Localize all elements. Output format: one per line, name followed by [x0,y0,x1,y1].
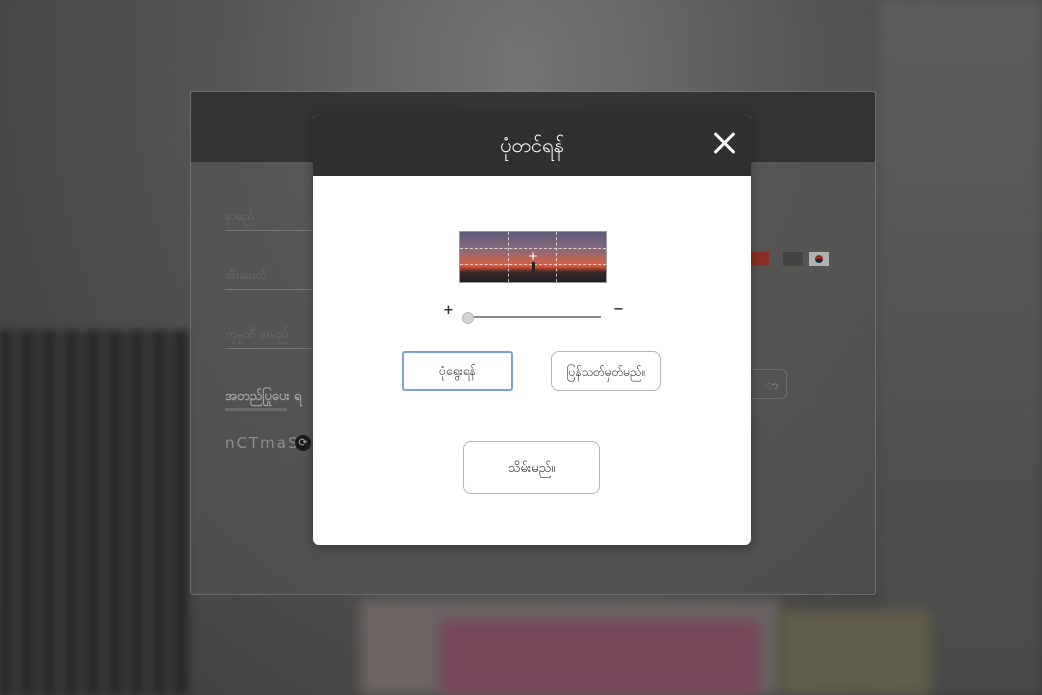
photo-silhouette [532,262,535,272]
save-button[interactable]: သိမ်းမည်။ [463,441,600,494]
crop-preview[interactable]: + [459,231,607,283]
modal-title: ပုံတင်ရန် [500,133,564,157]
crop-center-icon: + [528,249,539,263]
zoom-in-icon[interactable]: + [443,303,454,318]
zoom-out-icon[interactable]: − [613,302,624,317]
crop-grid-line [556,232,557,282]
zoom-slider[interactable] [465,316,601,318]
upload-photo-modal: ပုံတင်ရန် + + − ပုံရွေးရန် ပြန်သတ်မှတ်မည… [313,114,751,545]
crop-grid-line [508,232,509,282]
modal-header: ပုံတင်ရန် [313,114,751,176]
close-icon[interactable] [709,128,739,158]
choose-photo-button[interactable]: ပုံရွေးရန် [402,351,513,391]
zoom-slider-thumb[interactable] [462,312,474,324]
reset-button[interactable]: ပြန်သတ်မှတ်မည်။ [551,351,661,391]
